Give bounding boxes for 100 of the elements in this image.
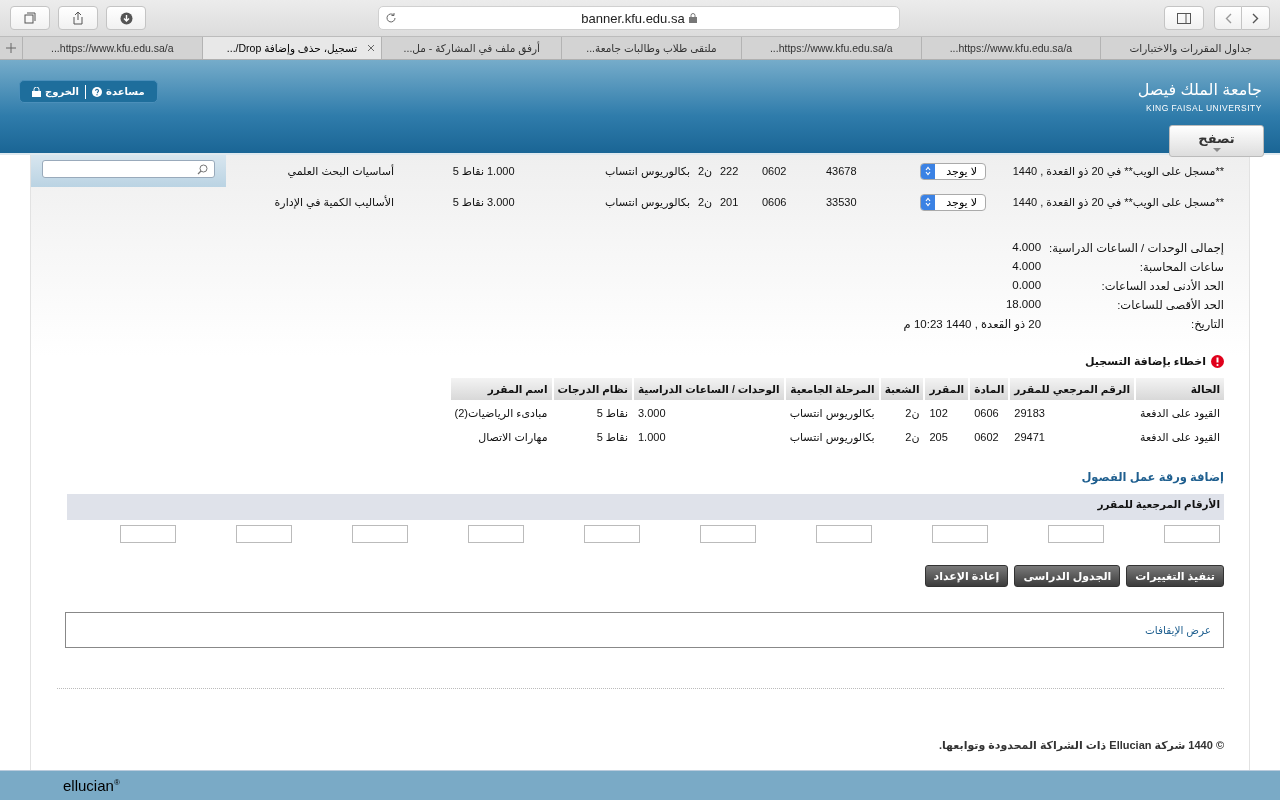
column-header: الوحدات / الساعات الدراسية: [634, 378, 784, 400]
action-button[interactable]: الجدول الدراسى: [1014, 565, 1121, 587]
errors-heading: اخطاء بإضافة التسجيل: [1085, 355, 1206, 368]
table-cell-text: 29183: [1013, 406, 1046, 421]
logo-subtitle: KING FAISAL UNIVERSITY: [1145, 103, 1262, 113]
browser-tab[interactable]: تسجيل، حذف وإضافة Drop/...: [201, 37, 382, 59]
summary-value: 0.000: [1011, 279, 1042, 293]
share-button[interactable]: [58, 6, 98, 30]
search-field[interactable]: [42, 160, 215, 178]
column-header: اسم المقرر: [450, 378, 552, 400]
browse-menu-button[interactable]: تصفح: [1169, 125, 1264, 157]
address-bar[interactable]: banner.kfu.edu.sa: [378, 6, 900, 30]
summary-label: التاريخ:: [1189, 317, 1224, 331]
squares-icon: [24, 12, 36, 24]
tabs-overview-button[interactable]: [10, 6, 50, 30]
table-cell-text: 29471: [1013, 430, 1046, 445]
browser-tab[interactable]: https://www.kfu.edu.sa/a...: [920, 37, 1101, 59]
crn-input-field[interactable]: [1048, 525, 1104, 543]
table-cell-text: بكالوريوس انتساب: [788, 405, 876, 422]
column-header: المقرر: [925, 378, 969, 400]
browser-tab[interactable]: جداول المقررات والاختبارات: [1100, 37, 1280, 59]
summary-value: 18.000: [1004, 298, 1042, 312]
summary-label: الحد الأقصى للساعات:: [1116, 298, 1224, 312]
plus-icon: [6, 43, 16, 53]
grade-mode-text: نقاط 5: [451, 164, 484, 178]
table-cell-text: القيود على الدفعة: [1139, 429, 1221, 446]
stepper-icon: [921, 163, 935, 179]
sidebar-button[interactable]: [1164, 6, 1204, 30]
table-cell-text: 0606: [973, 406, 1000, 421]
logout-link[interactable]: الخروج: [32, 86, 80, 97]
crn-text: 43678: [825, 165, 858, 177]
table-cell-text: القيود على الدفعة: [1139, 405, 1221, 422]
column-header: الرقم المرجعي للمقرر: [1010, 378, 1134, 400]
help-icon: [92, 86, 103, 97]
logo-text: جامعة الملك فيصل: [1137, 80, 1262, 99]
lock-icon: [688, 13, 697, 23]
footer-logo: ellucian$^{®}$: [63, 777, 120, 794]
crn-input-field[interactable]: [1164, 525, 1220, 543]
crn-input-field[interactable]: [816, 525, 872, 543]
course-title-text: الأساليب الكمية في الإدارة: [273, 195, 394, 209]
summary-label: إجمالى الوحدات / الساعات الدراسية:: [1049, 241, 1224, 255]
section-text: ن2: [696, 164, 714, 178]
forward-icon: [1252, 12, 1259, 24]
summary-label: الحد الأدنى لعدد الساعات:: [1100, 279, 1224, 293]
summary-value: 4.000: [1011, 260, 1042, 274]
table-cell-text: بكالوريوس انتساب: [788, 429, 876, 446]
level-text: بكالوريوس انتساب: [603, 195, 690, 209]
crn-input-field[interactable]: [700, 525, 756, 543]
subject-text: 0606: [761, 196, 788, 208]
table-cell-text: نقاط 5: [595, 405, 629, 421]
level-text: بكالوريوس انتساب: [603, 164, 690, 178]
table-cell-text: 3.000: [637, 406, 667, 421]
column-header: المادة: [970, 378, 1009, 400]
url-text: banner.kfu.edu.sa: [581, 10, 685, 26]
column-header: الحالة: [1136, 378, 1224, 400]
worksheet-label: الأرقام المرجعية للمقرر: [1097, 498, 1220, 510]
downloads-button[interactable]: [106, 6, 146, 30]
error-icon: [1211, 355, 1224, 368]
crn-input-field[interactable]: [584, 525, 640, 543]
download-icon: [119, 11, 133, 25]
stepper-icon: [921, 194, 935, 210]
forward-button[interactable]: [1242, 6, 1270, 30]
lock-icon: [32, 86, 41, 97]
share-icon: [72, 11, 84, 25]
section-text: ن2: [696, 195, 714, 209]
help-link[interactable]: مساعدة: [92, 86, 145, 97]
browser-tab[interactable]: https://www.kfu.edu.sa/a...: [740, 37, 921, 59]
subject-text: 0602: [761, 165, 788, 177]
summary-value: 20 ذو القعدة , 1440 10:23 م: [903, 317, 1042, 331]
course-title-text: أساسيات البحث العلمي: [286, 164, 394, 178]
crn-text: 33530: [825, 196, 858, 208]
crn-input-field[interactable]: [236, 525, 292, 543]
table-cell-text: ن2: [904, 429, 921, 445]
browser-tab[interactable]: ملتقى طلاب وطالبات جامعة...: [561, 37, 741, 59]
column-header: المرحلة الجامعية: [785, 378, 879, 400]
crn-input-field[interactable]: [352, 525, 408, 543]
course-text: 222: [720, 165, 740, 177]
holds-link[interactable]: عرض الإيقافات: [1144, 624, 1211, 636]
search-icon: [197, 163, 208, 175]
table-cell-text: مهارات الاتصال: [477, 429, 549, 446]
action-dropdown[interactable]: لا يوجد: [920, 162, 986, 180]
browser-tab[interactable]: https://www.kfu.edu.sa/a...: [21, 37, 202, 59]
column-header: الشعبة: [880, 378, 924, 400]
table-cell-text: ن2: [904, 405, 921, 421]
table-cell-text: نقاط 5: [595, 429, 629, 445]
table-cell-text: 102: [928, 406, 949, 421]
credits-text: 3.000: [486, 196, 516, 208]
worksheet-heading: إضافة ورقة عمل الفصول: [1080, 470, 1224, 484]
action-button[interactable]: تنفيذ التغييرات: [1126, 565, 1224, 587]
credits-text: 1.000: [486, 165, 516, 177]
summary-label: ساعات المحاسبة:: [1138, 260, 1224, 274]
crn-input-field[interactable]: [468, 525, 524, 543]
crn-input-field[interactable]: [932, 525, 988, 543]
table-cell-text: 205: [928, 430, 949, 445]
action-button[interactable]: إعادة الإعداد: [924, 565, 1009, 587]
back-button[interactable]: [1214, 6, 1242, 30]
status-text: **مسجل على الويب** في 20 ذو القعدة , 1440: [1011, 195, 1224, 209]
crn-input-field[interactable]: [120, 525, 176, 543]
table-cell-text: 0602: [973, 430, 1000, 445]
action-dropdown[interactable]: لا يوجد: [920, 193, 986, 211]
